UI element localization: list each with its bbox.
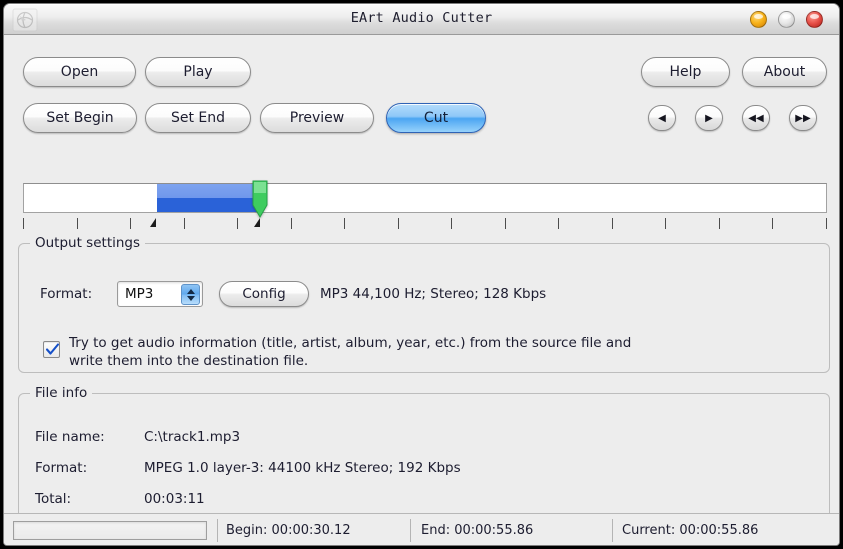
- timeline-tick: [130, 218, 131, 229]
- open-button[interactable]: Open: [23, 57, 136, 87]
- timeline-tick: [826, 218, 827, 229]
- timeline-tick: [772, 218, 773, 229]
- format-info-text: MP3 44,100 Hz; Stereo; 128 Kbps: [320, 286, 547, 302]
- step-forward-button[interactable]: ▶: [695, 105, 723, 131]
- status-separator-1: [217, 519, 218, 542]
- timeline-tick: [237, 218, 238, 229]
- progress-bar: [13, 521, 207, 540]
- application-window: EArt Audio Cutter Open Play Help About S…: [3, 3, 840, 546]
- timeline-slider[interactable]: [23, 183, 827, 213]
- begin-time-status: Begin: 00:00:30.12: [226, 523, 351, 538]
- file-total-label: Total:: [35, 491, 72, 507]
- status-separator-2: [410, 519, 411, 542]
- double-triangle-right-icon: ▶▶: [795, 112, 811, 124]
- fast-forward-button[interactable]: ▶▶: [789, 105, 817, 131]
- stepper-arrows-icon[interactable]: [181, 284, 200, 305]
- file-total-value: 00:03:11: [144, 491, 205, 507]
- timeline-tick: [719, 218, 720, 229]
- title-bar[interactable]: EArt Audio Cutter: [4, 4, 839, 35]
- triangle-left-icon: ◀: [658, 112, 666, 124]
- current-time-status: Current: 00:00:55.86: [622, 523, 759, 538]
- set-begin-button[interactable]: Set Begin: [23, 103, 137, 133]
- timeline-tick: [505, 218, 506, 229]
- status-bar: Begin: 00:00:30.12 End: 00:00:55.86 Curr…: [4, 513, 839, 545]
- format-label: Format:: [40, 286, 93, 302]
- step-back-button[interactable]: ◀: [648, 105, 676, 131]
- window-content: Open Play Help About Set Begin Set End P…: [4, 35, 839, 545]
- timeline-tick: [23, 218, 24, 229]
- chevron-down-icon: [186, 295, 195, 301]
- close-button[interactable]: [806, 11, 823, 28]
- format-select-value: MP3: [125, 286, 154, 302]
- write-tags-label-line1: Try to get audio information (title, art…: [69, 335, 632, 351]
- window-title: EArt Audio Cutter: [350, 10, 493, 26]
- rewind-button[interactable]: ◀◀: [742, 105, 770, 131]
- timeline-tick: [291, 218, 292, 229]
- timeline-range-marker[interactable]: [254, 218, 261, 227]
- file-format-label: Format:: [35, 460, 88, 476]
- preview-button[interactable]: Preview: [260, 103, 374, 133]
- timeline-tick: [344, 218, 345, 229]
- timeline-selection[interactable]: [157, 184, 262, 212]
- selection-top-band: [157, 184, 262, 198]
- status-separator-3: [612, 519, 613, 542]
- write-tags-checkbox[interactable]: [43, 341, 60, 358]
- file-info-title: File info: [30, 385, 93, 401]
- file-format-value: MPEG 1.0 layer-3: 44100 kHz Stereo; 192 …: [144, 460, 461, 476]
- timeline-tick: [398, 218, 399, 229]
- play-button[interactable]: Play: [145, 57, 251, 87]
- double-triangle-left-icon: ◀◀: [748, 112, 764, 124]
- titlebar-highlight: [5, 4, 838, 5]
- about-button[interactable]: About: [742, 57, 827, 87]
- config-button[interactable]: Config: [219, 281, 309, 307]
- output-settings-title: Output settings: [30, 235, 146, 251]
- timeline-tick: [451, 218, 452, 229]
- timeline-tick: [184, 218, 185, 229]
- triangle-right-icon: ▶: [705, 112, 713, 124]
- chevron-up-icon: [186, 288, 195, 294]
- help-button[interactable]: Help: [641, 57, 730, 87]
- timeline-tick: [665, 218, 666, 229]
- cut-button[interactable]: Cut: [386, 103, 486, 133]
- end-time-status: End: 00:00:55.86: [421, 523, 534, 538]
- file-info-group: File info: [18, 385, 830, 525]
- timeline-ticks: [23, 216, 827, 234]
- format-select[interactable]: MP3: [117, 281, 203, 307]
- timeline-tick: [77, 218, 78, 229]
- set-end-button[interactable]: Set End: [145, 103, 251, 133]
- minimize-button[interactable]: [750, 11, 767, 28]
- timeline-playhead-handle[interactable]: [252, 180, 268, 220]
- selection-bottom-band: [157, 198, 262, 212]
- maximize-button[interactable]: [778, 11, 795, 28]
- file-name-value: C:\track1.mp3: [144, 429, 241, 445]
- file-name-label: File name:: [35, 429, 105, 445]
- timeline-range-marker[interactable]: [150, 218, 157, 227]
- write-tags-label-line2: write them into the destination file.: [69, 353, 309, 369]
- timeline-tick: [558, 218, 559, 229]
- timeline-tick: [612, 218, 613, 229]
